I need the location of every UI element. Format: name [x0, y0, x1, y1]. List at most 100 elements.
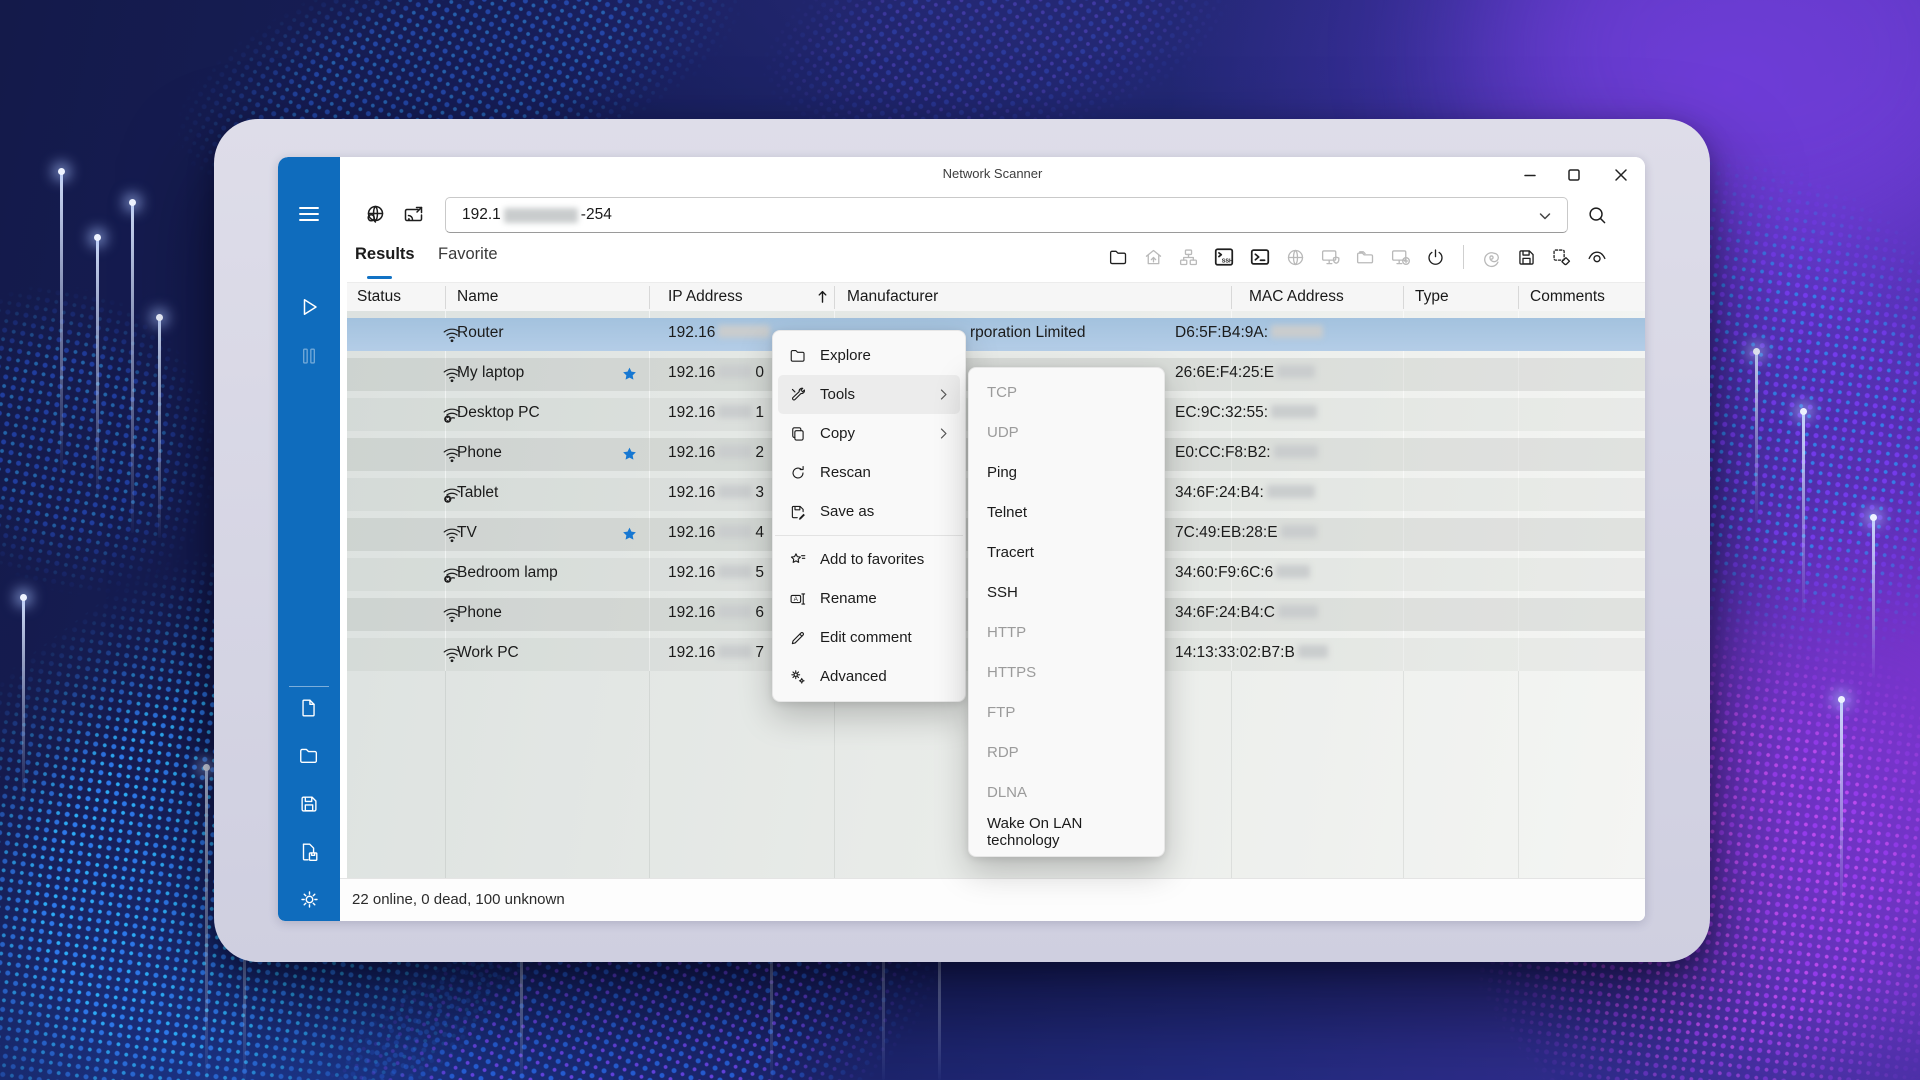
submenu-item-tracert[interactable]: Tracert [973, 532, 1160, 572]
column-header-manufacturer[interactable]: Manufacturer [847, 288, 938, 306]
light-pillar [1872, 518, 1875, 678]
submenu-item-ping[interactable]: Ping [973, 452, 1160, 492]
pause-icon [278, 345, 340, 367]
submenu-item-wake-on-lan[interactable]: Wake On LAN technology [973, 812, 1160, 852]
light-pillar [22, 598, 25, 798]
close-button[interactable] [1606, 164, 1636, 186]
menu-item-tools[interactable]: Tools [778, 375, 960, 414]
submenu-item-telnet[interactable]: Telnet [973, 492, 1160, 532]
shared-folders-icon [1355, 247, 1376, 268]
folder-icon [788, 347, 807, 365]
light-pillar [1802, 412, 1805, 612]
save-icon[interactable] [1516, 247, 1537, 268]
new-file-icon[interactable] [278, 697, 340, 719]
light-pillar [60, 172, 63, 472]
menu-item-save-as[interactable]: Save as [778, 492, 960, 531]
device-name: TV [457, 524, 477, 542]
device-mac: 34:6F:24:B4: [1175, 484, 1318, 502]
save-edit-icon [788, 503, 807, 521]
status-bar: 22 online, 0 dead, 100 unknown [340, 878, 1645, 921]
add-remote-icon [1390, 247, 1411, 268]
open-folder-icon[interactable] [278, 745, 340, 767]
settings-gear-icon[interactable] [278, 888, 340, 911]
menu-item-rescan[interactable]: Rescan [778, 453, 960, 492]
column-header-name[interactable]: Name [457, 288, 498, 306]
menu-item-rename[interactable]: A Rename [778, 579, 960, 618]
device-mac: 7C:49:EB:28:E [1175, 524, 1320, 542]
column-header-ip[interactable]: IP Address [668, 288, 743, 306]
clear-icon[interactable] [1551, 247, 1572, 268]
open-folder-icon[interactable] [1108, 247, 1129, 268]
light-pillar [205, 768, 208, 1080]
remote-view-icon[interactable] [402, 203, 426, 227]
menu-item-add-to-favorites[interactable]: Add to favorites [778, 540, 960, 579]
menu-item-explore[interactable]: Explore [778, 336, 960, 375]
tablet-frame: Network Scanner [214, 119, 1710, 962]
submenu-item-dlna: DLNA [973, 772, 1160, 812]
device-name: Tablet [457, 484, 498, 502]
search-icon[interactable] [1586, 204, 1609, 227]
light-pillar [1755, 352, 1758, 522]
terminal-icon[interactable] [1249, 246, 1271, 268]
submenu-item-http: HTTP [973, 612, 1160, 652]
tab-results[interactable]: Results [355, 245, 415, 264]
shutdown-icon[interactable] [1425, 247, 1446, 268]
device-ip: 192.161 [668, 404, 764, 422]
column-header-comments[interactable]: Comments [1530, 288, 1605, 306]
device-mac: 14:13:33:02:B7:B [1175, 644, 1331, 662]
maximize-button[interactable] [1559, 164, 1589, 186]
gears-icon [788, 668, 807, 686]
menu-icon[interactable] [278, 203, 340, 225]
chevron-down-icon[interactable] [1537, 208, 1553, 224]
play-icon[interactable] [278, 295, 340, 319]
redacted-text [504, 208, 578, 223]
device-mac: 26:6E:F4:25:E [1175, 364, 1318, 382]
context-menu: Explore Tools Copy Rescan [772, 330, 966, 702]
radar-icon [1481, 247, 1502, 268]
ip-range-input[interactable]: 192.1-254 [445, 197, 1568, 233]
submenu-item-rdp: RDP [973, 732, 1160, 772]
device-ip: 192.167 [668, 644, 764, 662]
watch-icon[interactable] [1586, 246, 1608, 268]
navigation-sidebar [278, 157, 340, 921]
submenu-item-ssh[interactable]: SSH [973, 572, 1160, 612]
svg-text:A: A [793, 596, 798, 603]
minimize-button[interactable] [1515, 164, 1545, 186]
light-pillar [158, 318, 161, 538]
save-icon[interactable] [278, 793, 340, 815]
rename-icon: A [788, 590, 807, 608]
ssh-terminal-icon[interactable]: SSH [1213, 246, 1235, 268]
desktop-background: Network Scanner [0, 0, 1920, 1080]
device-mac: 34:6F:24:B4:C [1175, 604, 1321, 622]
app-window: Network Scanner [278, 157, 1645, 921]
network-upload-icon [1178, 247, 1199, 268]
column-header-status[interactable]: Status [357, 288, 401, 306]
menu-item-copy[interactable]: Copy [778, 414, 960, 453]
sort-ascending-icon[interactable] [815, 289, 830, 305]
column-header-mac[interactable]: MAC Address [1249, 288, 1344, 306]
web-scan-icon[interactable] [364, 203, 388, 227]
column-header-type[interactable]: Type [1415, 288, 1449, 306]
device-name: Phone [457, 604, 502, 622]
light-pillar [1840, 700, 1843, 910]
action-toolbar: SSH [1108, 244, 1608, 270]
device-mac: EC:9C:32:55: [1175, 404, 1320, 422]
table-row[interactable]: Router 192.16 rporation Limited D6:5F:B4… [347, 318, 1645, 351]
tab-favorite[interactable]: Favorite [438, 245, 498, 264]
device-name: My laptop [457, 364, 524, 382]
device-name: Bedroom lamp [457, 564, 558, 582]
light-pillar [131, 203, 134, 533]
menu-item-edit-comment[interactable]: Edit comment [778, 618, 960, 657]
title-bar: Network Scanner [340, 157, 1645, 190]
active-tab-indicator [367, 276, 392, 279]
device-name: Work PC [457, 644, 519, 662]
tools-icon [788, 386, 807, 404]
device-ip: 192.16 [668, 324, 773, 342]
menu-item-advanced[interactable]: Advanced [778, 657, 960, 696]
scan-summary: 22 online, 0 dead, 100 unknown [352, 891, 565, 908]
device-ip: 192.165 [668, 564, 764, 582]
device-ip: 192.164 [668, 524, 764, 542]
export-results-icon[interactable] [278, 841, 340, 863]
device-name: Desktop PC [457, 404, 540, 422]
toolbar-divider [1463, 245, 1464, 269]
